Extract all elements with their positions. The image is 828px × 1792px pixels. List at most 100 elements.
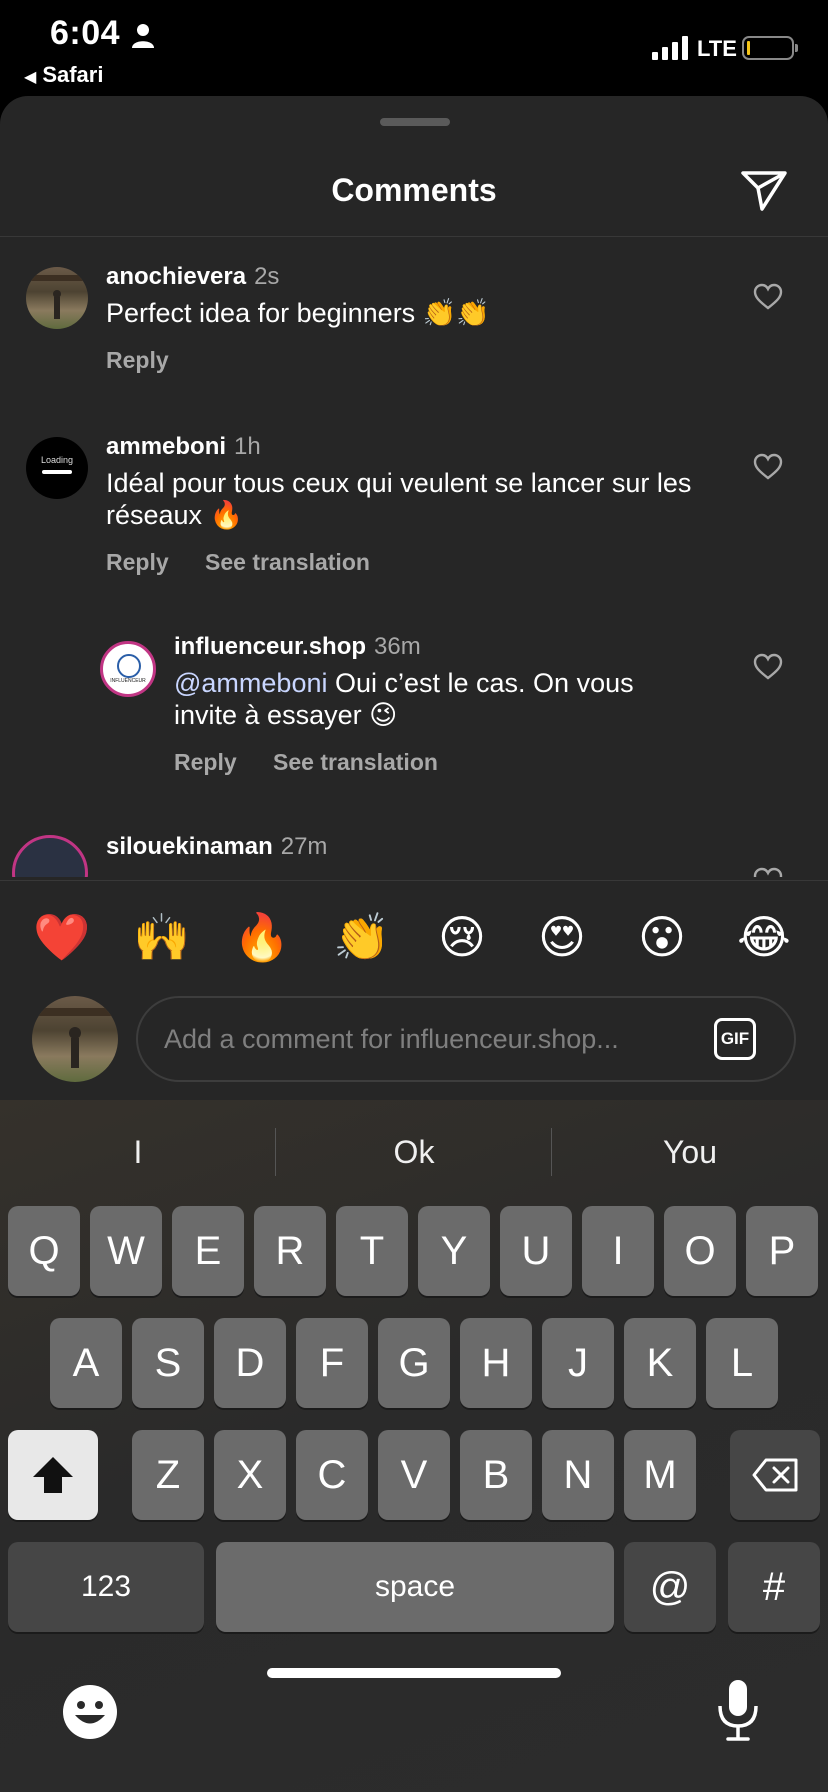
key-j[interactable]: J — [542, 1318, 614, 1408]
comment-input-placeholder: Add a comment for influenceur.shop... — [164, 1024, 619, 1054]
suggestion[interactable]: You — [552, 1124, 828, 1180]
heart-icon[interactable] — [753, 867, 783, 877]
key-w[interactable]: W — [90, 1206, 162, 1296]
key-g[interactable]: G — [378, 1318, 450, 1408]
comment-time: 1h — [234, 433, 261, 460]
gif-button[interactable]: GIF — [714, 1018, 756, 1060]
key-l[interactable]: L — [706, 1318, 778, 1408]
emoji-crying[interactable]: 😢 — [432, 907, 492, 967]
status-time: 6:04 — [50, 14, 121, 52]
key-b[interactable]: B — [460, 1430, 532, 1520]
heart-icon[interactable] — [753, 453, 783, 481]
key-k[interactable]: K — [624, 1318, 696, 1408]
delete-key[interactable] — [730, 1430, 820, 1520]
see-translation-button[interactable]: See translation — [273, 749, 438, 775]
at-key[interactable]: @ — [624, 1542, 716, 1632]
back-arrow-icon: ◀ — [24, 69, 37, 86]
back-app-label: Safari — [42, 62, 104, 87]
comment-input[interactable]: Add a comment for influenceur.shop... GI… — [136, 996, 796, 1082]
space-key[interactable]: space — [216, 1542, 614, 1632]
send-icon[interactable] — [740, 168, 788, 212]
sheet-title: Comments — [331, 172, 497, 208]
emoji-raising-hands[interactable]: 🙌 — [132, 907, 192, 967]
username-text[interactable]: influenceur.shop — [174, 633, 366, 660]
comment-item: anochievera 2s Perfect idea for beginners… — [0, 237, 828, 407]
status-bar: 6:04 ◀ Safari LTE — [0, 0, 828, 96]
key-e[interactable]: E — [172, 1206, 244, 1296]
reply-button[interactable]: Reply — [106, 549, 169, 575]
heart-icon[interactable] — [753, 653, 783, 681]
home-indicator[interactable] — [267, 1668, 561, 1678]
reply-item: INFLUENCEUR influenceur.shop 36m @ammebon… — [0, 607, 828, 807]
person-icon — [132, 24, 154, 48]
username-text[interactable]: ammeboni — [106, 433, 226, 460]
key-z[interactable]: Z — [132, 1430, 204, 1520]
avatar[interactable]: Loading — [26, 437, 88, 499]
reply-button[interactable]: Reply — [174, 749, 237, 775]
key-u[interactable]: U — [500, 1206, 572, 1296]
key-r[interactable]: R — [254, 1206, 326, 1296]
suggestion[interactable]: I — [0, 1124, 276, 1180]
comments-list[interactable]: anochievera 2s Perfect idea for beginners… — [0, 237, 828, 877]
key-a[interactable]: A — [50, 1318, 122, 1408]
comment-item: silouekinaman 27m — [0, 807, 828, 877]
key-t[interactable]: T — [336, 1206, 408, 1296]
comment-text: @ammeboni Oui c’est le cas. On vous invi… — [174, 667, 694, 731]
hash-key[interactable]: # — [728, 1542, 820, 1632]
microphone-icon[interactable] — [716, 1678, 760, 1742]
comment-time: 27m — [280, 833, 328, 860]
shift-key[interactable] — [8, 1430, 98, 1520]
key-q[interactable]: Q — [8, 1206, 80, 1296]
numbers-key[interactable]: 123 — [8, 1542, 204, 1632]
back-to-app-link[interactable]: ◀ Safari — [24, 62, 103, 88]
key-c[interactable]: C — [296, 1430, 368, 1520]
reply-button[interactable]: Reply — [106, 347, 169, 373]
emoji-red-heart[interactable]: ❤️ — [32, 907, 92, 967]
comment-text: Perfect idea for beginners 👏👏 — [106, 298, 490, 328]
avatar[interactable] — [12, 835, 88, 877]
username-text[interactable]: anochievera — [106, 263, 246, 290]
username-text[interactable]: silouekinaman — [106, 833, 273, 860]
emoji-laughing[interactable]: 😂 — [734, 907, 794, 967]
key-x[interactable]: X — [214, 1430, 286, 1520]
avatar-text: INFLUENCEUR — [110, 678, 146, 684]
current-user-avatar — [32, 996, 118, 1082]
comment-item: Loading ammeboni 1h Idéal pour tous ceux … — [0, 407, 828, 607]
key-y[interactable]: Y — [418, 1206, 490, 1296]
key-n[interactable]: N — [542, 1430, 614, 1520]
emoji-quick-reactions: ❤️ 🙌 🔥 👏 😢 😍 😮 😂 — [0, 880, 828, 990]
comment-username[interactable]: anochievera 2s — [106, 263, 279, 291]
key-s[interactable]: S — [132, 1318, 204, 1408]
comment-actions: Reply — [106, 347, 199, 374]
key-v[interactable]: V — [378, 1430, 450, 1520]
comment-username[interactable]: ammeboni 1h — [106, 433, 261, 461]
avatar[interactable] — [26, 267, 88, 329]
predictive-bar: I Ok You — [0, 1124, 828, 1180]
key-h[interactable]: H — [460, 1318, 532, 1408]
see-translation-button[interactable]: See translation — [205, 549, 370, 575]
key-i[interactable]: I — [582, 1206, 654, 1296]
network-label: LTE — [697, 36, 737, 61]
key-o[interactable]: O — [664, 1206, 736, 1296]
comment-username[interactable]: silouekinaman 27m — [106, 833, 327, 861]
key-m[interactable]: M — [624, 1430, 696, 1520]
comment-actions: Reply See translation — [174, 749, 468, 776]
key-p[interactable]: P — [746, 1206, 818, 1296]
shift-arrow-icon — [33, 1457, 73, 1493]
key-f[interactable]: F — [296, 1318, 368, 1408]
emoji-clapping[interactable]: 👏 — [332, 907, 392, 967]
heart-icon[interactable] — [753, 283, 783, 311]
emoji-heart-eyes[interactable]: 😍 — [532, 907, 592, 967]
comment-username[interactable]: influenceur.shop 36m — [174, 633, 421, 661]
backspace-icon — [752, 1458, 798, 1492]
emoji-surprised[interactable]: 😮 — [632, 907, 692, 967]
mention-link[interactable]: @ammeboni — [174, 668, 327, 698]
key-d[interactable]: D — [214, 1318, 286, 1408]
emoji-fire[interactable]: 🔥 — [232, 907, 292, 967]
keyboard: I Ok You Q W E R T Y U I O P A S D F G H… — [0, 1100, 828, 1792]
suggestion[interactable]: Ok — [276, 1124, 552, 1180]
emoji-keyboard-icon[interactable] — [62, 1684, 118, 1740]
cellular-signal-icon — [652, 36, 688, 60]
sheet-grabber[interactable] — [380, 118, 450, 126]
avatar[interactable]: INFLUENCEUR — [100, 641, 156, 697]
